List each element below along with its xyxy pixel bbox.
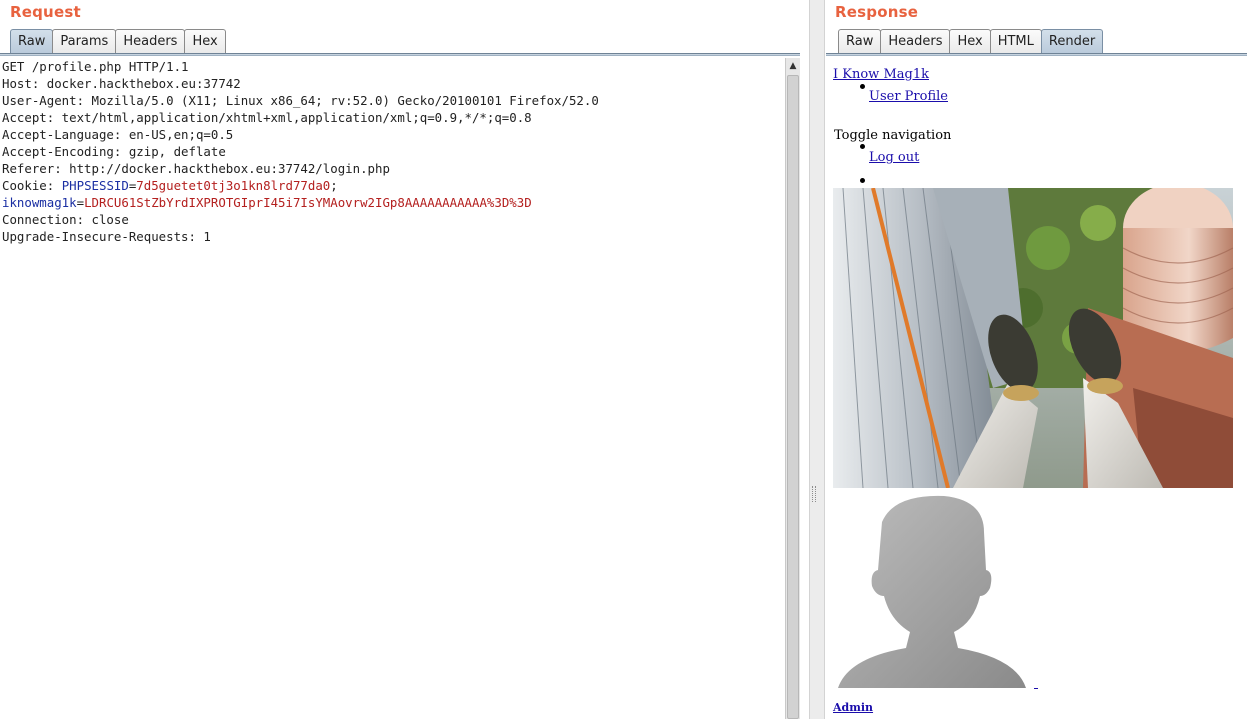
request-line: Accept: text/html,application/xhtml+xml,…: [2, 110, 532, 125]
response-tab-headers[interactable]: Headers: [880, 29, 951, 54]
cookie-line-continued: iknowmag1k=LDRCU61StZbYrdIXPROTGIprI45i7…: [0, 194, 785, 211]
request-tab-raw[interactable]: Raw: [10, 29, 54, 54]
request-editor[interactable]: GET /profile.php HTTP/1.1 Host: docker.h…: [0, 58, 785, 719]
avatar-link-underline: [1034, 688, 1038, 689]
hero-cityscape-image: [833, 188, 1233, 488]
cookie-value-iknowmag1k: LDRCU61StZbYrdIXPROTGIprI45i7IsYMAovrw2I…: [84, 195, 532, 210]
request-line: Accept-Language: en-US,en;q=0.5: [2, 127, 234, 142]
request-line: Accept-Encoding: gzip, deflate: [2, 144, 226, 159]
divider-grip-icon[interactable]: [812, 486, 816, 502]
list-bullet: [860, 144, 865, 149]
cookie-header-label: Cookie:: [2, 178, 62, 193]
brand-link[interactable]: I Know Mag1k: [833, 67, 929, 82]
cookie-separator: ;: [330, 178, 338, 193]
response-tab-raw[interactable]: Raw: [838, 29, 882, 54]
request-tab-headers[interactable]: Headers: [115, 29, 186, 54]
list-bullet: [860, 178, 865, 183]
cookie-equals: =: [76, 195, 85, 210]
response-tab-html[interactable]: HTML: [989, 29, 1042, 54]
response-tabbar: Raw Headers Hex HTML Render: [838, 29, 1104, 54]
request-line: Connection: close: [2, 212, 129, 227]
request-tab-hex[interactable]: Hex: [184, 29, 226, 54]
request-scrollbar[interactable]: ▲: [785, 58, 800, 719]
request-tab-params[interactable]: Params: [52, 29, 117, 54]
response-tab-divider: [826, 53, 1247, 56]
request-line: User-Agent: Mozilla/5.0 (X11; Linux x86_…: [2, 93, 599, 108]
split-pane-divider[interactable]: [809, 0, 825, 719]
request-line: Upgrade-Insecure-Requests: 1: [2, 229, 211, 244]
logout-link[interactable]: Log out: [869, 150, 919, 165]
response-title: Response: [835, 3, 919, 21]
rendered-page: I Know Mag1k User Profile Toggle navigat…: [826, 60, 1247, 719]
cookie-name-iknowmag1k: iknowmag1k: [2, 195, 77, 210]
request-title: Request: [10, 3, 81, 21]
cookie-name-phpsessid: PHPSESSID: [61, 178, 129, 193]
cookie-value-phpsessid: 7d5guetet0tj3o1kn8lrd77da0: [136, 178, 331, 193]
request-tab-divider: [0, 53, 800, 56]
response-pane: Response Raw Headers Hex HTML Render I K…: [826, 0, 1247, 719]
request-line: Referer: http://docker.hackthebox.eu:377…: [2, 161, 390, 176]
response-tab-hex[interactable]: Hex: [949, 29, 991, 54]
user-profile-link[interactable]: User Profile: [869, 89, 948, 104]
avatar[interactable]: [834, 492, 1034, 688]
scroll-up-arrow-icon[interactable]: ▲: [786, 58, 800, 74]
list-bullet: [860, 84, 865, 89]
toggle-navigation-text[interactable]: Toggle navigation: [834, 128, 951, 143]
response-tab-render[interactable]: Render: [1040, 29, 1104, 54]
request-pane: Request Raw Params Headers Hex GET /prof…: [0, 0, 803, 719]
admin-link[interactable]: Admin: [833, 701, 873, 714]
request-line: Host: docker.hackthebox.eu:37742: [2, 76, 241, 91]
cookie-line: Cookie: PHPSESSID=7d5guetet0tj3o1kn8lrd7…: [0, 177, 785, 194]
request-scroll-thumb[interactable]: [787, 75, 799, 719]
request-line: GET /profile.php HTTP/1.1: [2, 59, 189, 74]
request-tabbar: Raw Params Headers Hex: [10, 29, 226, 54]
